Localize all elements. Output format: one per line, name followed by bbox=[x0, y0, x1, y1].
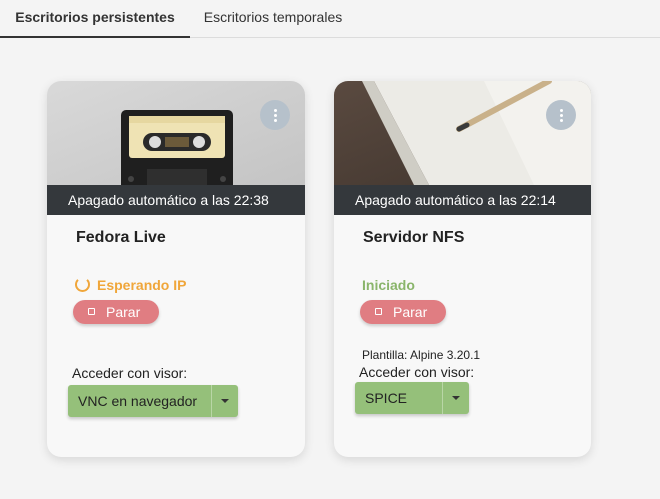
notebook-pencil-image bbox=[334, 81, 591, 185]
tab-temporary-desktops[interactable]: Escritorios temporales bbox=[190, 0, 356, 36]
auto-shutdown-bar: Apagado automático a las 22:38 bbox=[47, 185, 305, 215]
status-text: Esperando IP bbox=[97, 277, 187, 293]
caret-down-icon bbox=[452, 396, 460, 400]
caret-down-icon bbox=[221, 399, 229, 403]
template-info: Plantilla: Alpine 3.20.1 bbox=[362, 348, 481, 362]
viewer-select-value[interactable]: VNC en navegador bbox=[78, 385, 197, 417]
desktop-status: Esperando IP bbox=[75, 277, 186, 293]
stop-button-label: Parar bbox=[393, 304, 428, 320]
dot bbox=[273, 108, 277, 112]
viewer-select-value[interactable]: SPICE bbox=[365, 382, 407, 414]
stop-button[interactable]: Parar bbox=[360, 300, 446, 324]
desktop-card-servidor-nfs: Apagado automático a las 22:14 Servidor … bbox=[334, 81, 591, 457]
dot bbox=[273, 113, 277, 117]
desktop-name: Fedora Live bbox=[76, 229, 166, 246]
dot bbox=[559, 113, 563, 117]
viewer-dropdown-toggle[interactable] bbox=[442, 382, 469, 414]
stop-icon bbox=[375, 308, 382, 315]
stop-icon bbox=[88, 308, 95, 315]
desktop-card-fedora-live: Apagado automático a las 22:38 Fedora Li… bbox=[47, 81, 305, 457]
desktop-menu-button[interactable] bbox=[546, 100, 576, 130]
desktop-name: Servidor NFS bbox=[363, 229, 465, 246]
dot bbox=[559, 108, 563, 112]
tab-persistent-desktops[interactable]: Escritorios persistentes bbox=[0, 0, 190, 38]
desktop-menu-button[interactable] bbox=[260, 100, 290, 130]
tab-bar: Escritorios persistentes Escritorios tem… bbox=[0, 0, 660, 38]
viewer-dropdown-toggle[interactable] bbox=[211, 385, 238, 417]
viewer-label: Acceder con visor: bbox=[359, 364, 475, 380]
viewer-select[interactable]: VNC en navegador bbox=[68, 385, 238, 417]
cassette-tape-image bbox=[47, 81, 305, 185]
stop-button[interactable]: Parar bbox=[73, 300, 159, 324]
auto-shutdown-bar: Apagado automático a las 22:14 bbox=[334, 185, 591, 215]
viewer-label: Acceder con visor: bbox=[72, 365, 188, 381]
loading-spinner-icon bbox=[75, 277, 90, 292]
dot bbox=[559, 118, 563, 122]
dot bbox=[273, 118, 277, 122]
desktop-status: Iniciado bbox=[362, 277, 415, 293]
stop-button-label: Parar bbox=[106, 304, 141, 320]
viewer-select[interactable]: SPICE bbox=[355, 382, 469, 414]
